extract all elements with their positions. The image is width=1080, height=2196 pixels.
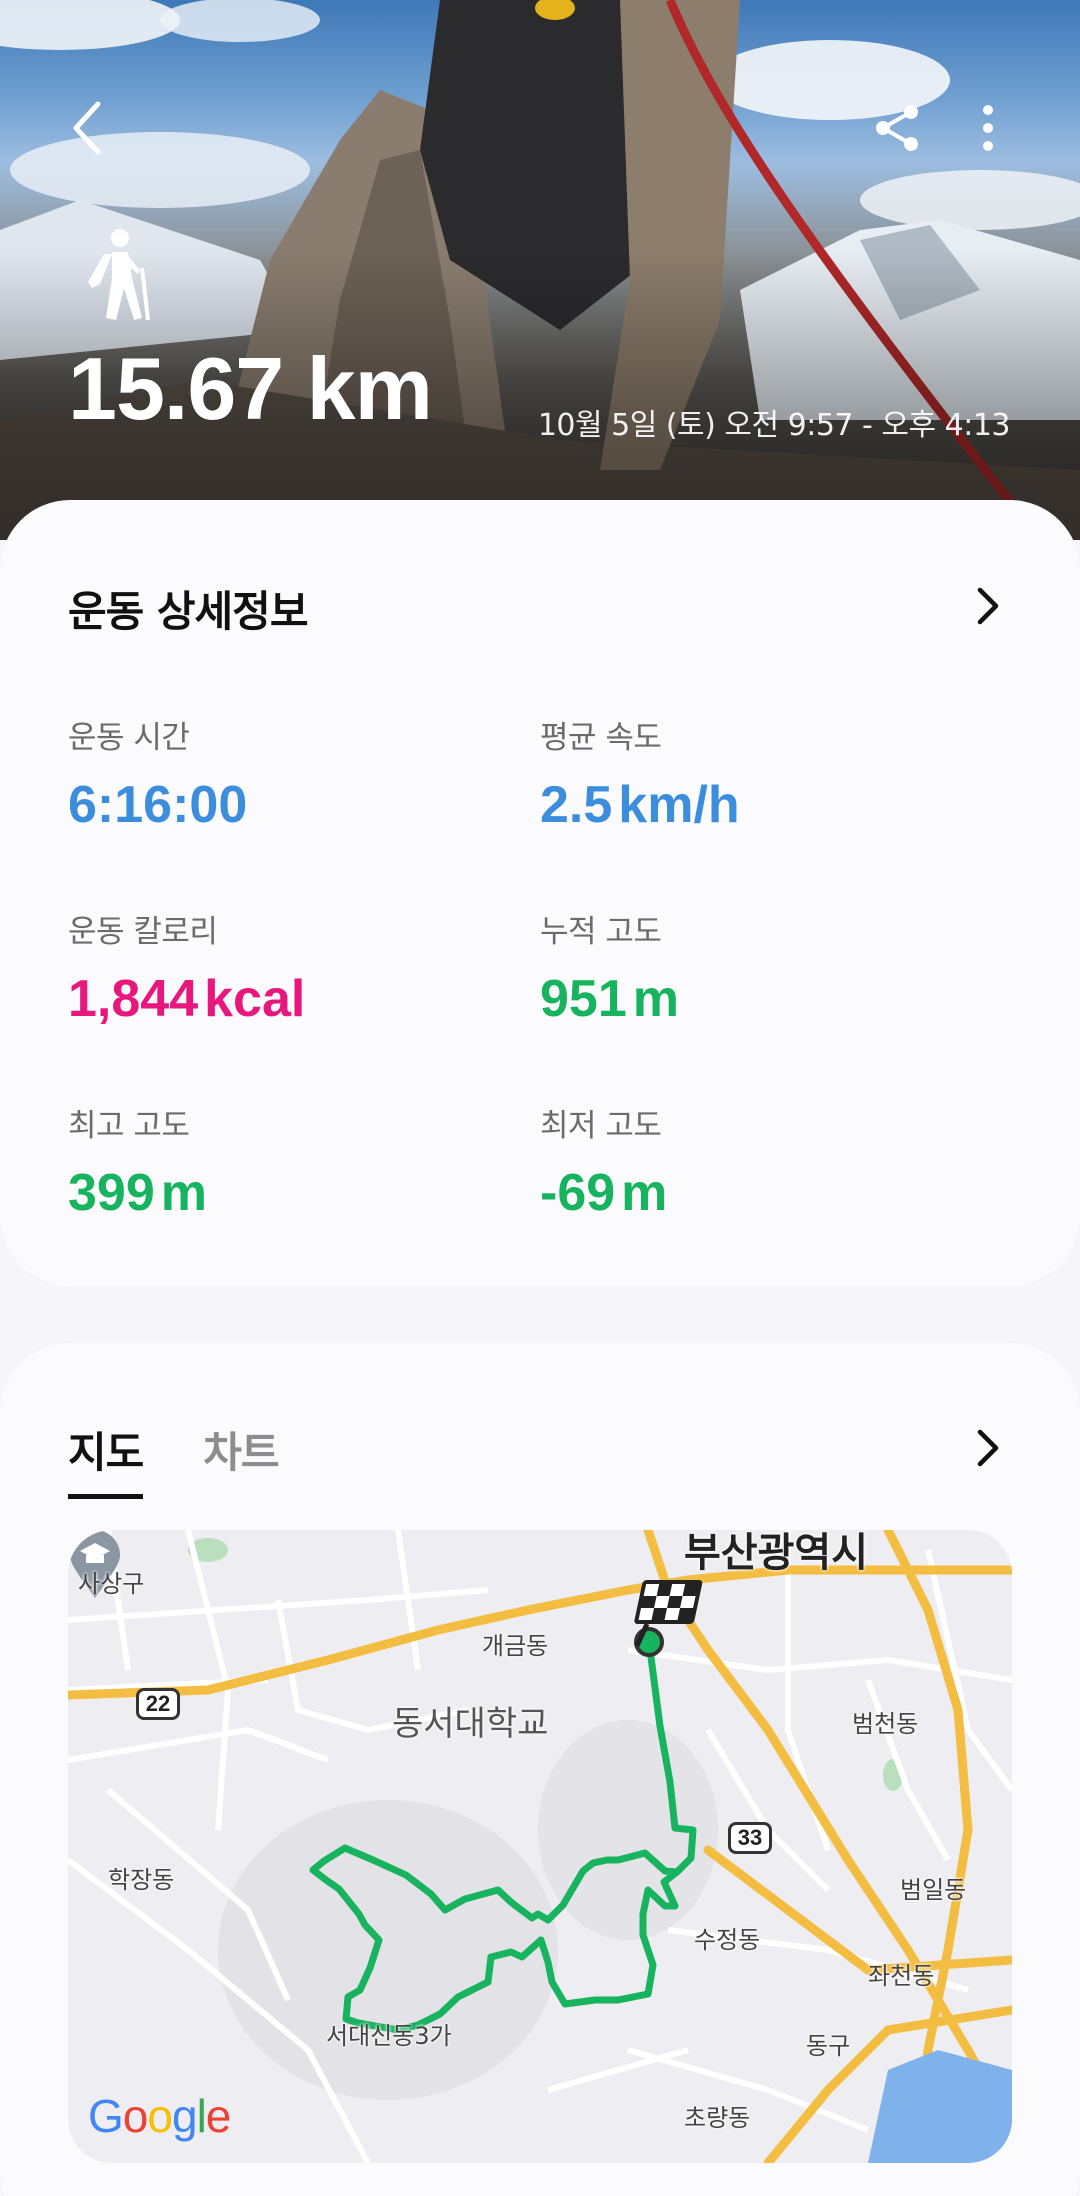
map-label-city: 부산광역시 — [684, 1530, 868, 1576]
stat-number: 2.5 — [540, 776, 613, 834]
map-label-university: 동서대학교 — [392, 1704, 549, 1744]
map-label-sujeong: 수정동 — [694, 1926, 761, 1954]
route-badge-33: 33 — [728, 1822, 772, 1854]
stat-calories: 운동 칼로리 1,844 kcal — [68, 906, 305, 1029]
map-label-donggu: 동구 — [806, 2032, 851, 2060]
stat-number: -69 — [540, 1164, 616, 1222]
stat-label: 평균 속도 — [540, 720, 662, 756]
stat-number: 951 — [540, 970, 627, 1028]
google-attribution-logo: Google — [88, 2090, 231, 2142]
chevron-right-icon — [977, 1429, 999, 1467]
map-label-seodaesin: 서대신동3가 — [326, 2022, 452, 2050]
stat-value: 1,844 kcal — [68, 969, 305, 1029]
stat-unit: km/h — [618, 776, 740, 834]
hiking-icon — [88, 229, 150, 320]
chevron-left-icon — [73, 101, 101, 155]
stat-value: 6:16:00 — [68, 775, 247, 835]
map-open-button[interactable] — [958, 1418, 1018, 1478]
details-title: 운동 상세정보 — [68, 587, 308, 636]
stat-label: 최저 고도 — [540, 1108, 662, 1144]
share-button[interactable] — [857, 88, 937, 168]
map-label-jwacheon: 좌천동 — [868, 1962, 935, 1990]
map-label-choryang: 초량동 — [684, 2104, 751, 2132]
more-options-button[interactable] — [948, 88, 1028, 168]
stat-value: -69 m — [540, 1163, 667, 1223]
more-vertical-icon — [983, 105, 993, 151]
stat-unit: m — [160, 1164, 208, 1222]
route-map[interactable]: 부산광역시 사상구 개금동 동서대학교 범천동 학장동 범일동 수정동 좌천동 … — [68, 1530, 1012, 2163]
map-label-beomcheon: 범천동 — [852, 1710, 919, 1738]
stat-unit: m — [621, 1164, 668, 1222]
stat-unit: m — [632, 970, 680, 1028]
stat-duration: 운동 시간 6:16:00 — [68, 712, 247, 835]
stat-avg-speed: 평균 속도 2.5 km/h — [540, 712, 740, 835]
stat-label: 운동 칼로리 — [68, 914, 218, 950]
route-badge-22: 22 — [136, 1688, 180, 1720]
tab-chart[interactable]: 차트 — [203, 1419, 279, 1499]
stat-value: 951 m — [540, 969, 679, 1029]
stat-max-elevation: 최고 고도 399 m — [68, 1100, 207, 1223]
chevron-right-icon — [977, 587, 999, 625]
share-icon — [876, 105, 918, 151]
map-canvas — [68, 1530, 1012, 2163]
map-label-beomil: 범일동 — [900, 1876, 967, 1904]
stat-elevation-gain: 누적 고도 951 m — [540, 906, 679, 1029]
details-open-button[interactable] — [958, 576, 1018, 636]
map-label-gaegeum: 개금동 — [482, 1632, 549, 1660]
workout-details-card: 운동 상세정보 운동 시간 6:16:00 평균 속도 2.5 km/h 운동 칼… — [0, 500, 1080, 1286]
distance-value: 15.67 km — [68, 339, 433, 438]
stat-number: 399 — [68, 1164, 155, 1222]
stat-number: 6:16:00 — [68, 776, 248, 834]
tab-map[interactable]: 지도 — [68, 1419, 144, 1499]
stat-label: 운동 시간 — [68, 720, 190, 756]
stat-label: 누적 고도 — [540, 914, 662, 950]
workout-date-range: 10월 5일 (토) 오전 9:57 - 오후 4:13 — [537, 408, 1011, 443]
stat-value: 399 m — [68, 1163, 207, 1223]
map-label-sasang: 사상구 — [78, 1570, 145, 1598]
stat-min-elevation: 최저 고도 -69 m — [540, 1100, 667, 1223]
map-label-hakjang: 학장동 — [108, 1866, 175, 1894]
hero-banner: 15.67 km 10월 5일 (토) 오전 9:57 - 오후 4:13 — [0, 0, 1080, 540]
stat-value: 2.5 km/h — [540, 775, 740, 835]
stat-unit: kcal — [204, 970, 306, 1028]
stat-number: 1,844 — [68, 970, 199, 1028]
stat-label: 최고 고도 — [68, 1108, 190, 1144]
map-chart-card: 지도 차트 부산광역시 사상구 개금동 동서대학교 범천동 학장동 범일동 수정… — [0, 1343, 1080, 2196]
back-button[interactable] — [48, 88, 128, 168]
map-chart-tabs: 지도 차트 — [68, 1419, 280, 1499]
